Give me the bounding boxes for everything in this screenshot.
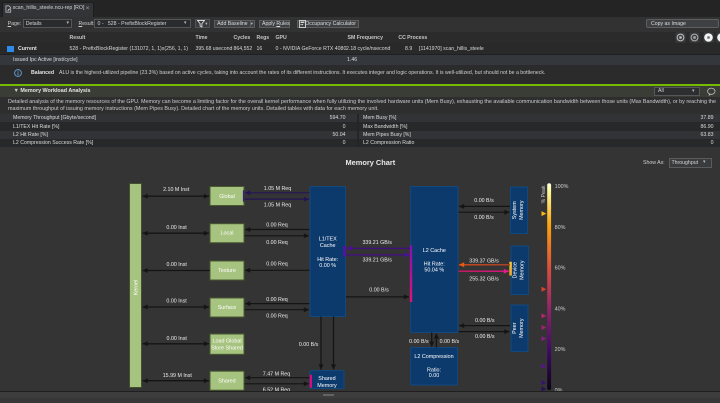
svg-text:Global: Global: [219, 194, 235, 200]
svg-text:40%: 40%: [555, 306, 566, 312]
svg-text:L1/TEX: L1/TEX: [319, 237, 337, 243]
svg-text:100%: 100%: [555, 184, 569, 190]
svg-text:Cache: Cache: [320, 243, 336, 249]
svg-text:0.00 Req: 0.00 Req: [266, 222, 288, 228]
svg-text:339.21 GB/s: 339.21 GB/s: [362, 240, 392, 246]
svg-text:System: System: [512, 201, 518, 219]
svg-text:0.00 Req: 0.00 Req: [266, 240, 288, 246]
svg-text:1.05 M Req: 1.05 M Req: [264, 203, 291, 209]
svg-text:0.00 %: 0.00 %: [319, 263, 336, 269]
svg-text:0.00 B/s: 0.00 B/s: [475, 334, 495, 340]
svg-text:Device: Device: [513, 262, 519, 278]
svg-text:Surface: Surface: [218, 305, 237, 311]
svg-text:0.00 Inst: 0.00 Inst: [167, 336, 188, 342]
svg-text:Peer: Peer: [512, 322, 518, 334]
svg-text:Texture: Texture: [218, 268, 236, 274]
svg-text:Load Global: Load Global: [212, 339, 241, 345]
svg-text:0.00 B/s: 0.00 B/s: [440, 339, 460, 345]
svg-text:0.00 Req: 0.00 Req: [266, 262, 288, 268]
svg-text:Memory: Memory: [519, 318, 525, 338]
svg-text:L2 Compression: L2 Compression: [414, 354, 453, 360]
svg-text:Local: Local: [221, 231, 234, 237]
svg-text:0.00 Inst: 0.00 Inst: [166, 298, 187, 304]
svg-text:0.00: 0.00: [429, 373, 440, 379]
svg-text:339.37 GB/s: 339.37 GB/s: [469, 258, 499, 264]
svg-text:0.00 Inst: 0.00 Inst: [166, 225, 187, 231]
svg-text:Shared: Shared: [318, 376, 335, 382]
svg-text:Memory: Memory: [520, 260, 526, 280]
svg-text:L2 Cache: L2 Cache: [423, 248, 446, 254]
svg-text:15.99 M Inst: 15.99 M Inst: [163, 373, 193, 379]
svg-text:1.05 M Req: 1.05 M Req: [264, 186, 291, 192]
svg-text:Kernel: Kernel: [134, 280, 140, 296]
svg-text:Store Shared: Store Shared: [211, 345, 243, 351]
svg-text:20%: 20%: [555, 347, 566, 353]
svg-text:0.00 B/s: 0.00 B/s: [474, 198, 494, 204]
svg-text:% Peak: % Peak: [541, 185, 547, 203]
svg-text:60%: 60%: [555, 265, 566, 271]
svg-text:0.00 B/s: 0.00 B/s: [474, 215, 494, 221]
svg-text:7.47 M Req: 7.47 M Req: [263, 371, 290, 377]
svg-text:80%: 80%: [555, 225, 566, 231]
svg-text:Shared: Shared: [218, 378, 235, 384]
svg-text:Memory: Memory: [317, 383, 337, 389]
svg-text:0.00 B/s: 0.00 B/s: [409, 339, 429, 345]
svg-text:0.00 B/s: 0.00 B/s: [475, 318, 495, 324]
svg-text:Memory: Memory: [519, 200, 525, 220]
svg-text:255.32 GB/s: 255.32 GB/s: [469, 276, 499, 282]
svg-text:0.00 B/s: 0.00 B/s: [369, 288, 389, 294]
svg-text:339.21 GB/s: 339.21 GB/s: [362, 258, 392, 264]
svg-text:0.00 Req: 0.00 Req: [266, 297, 288, 303]
svg-text:0.00 B/s: 0.00 B/s: [299, 342, 319, 348]
svg-text:0.00 Req: 0.00 Req: [266, 314, 288, 320]
svg-text:50.04 %: 50.04 %: [424, 267, 444, 273]
svg-text:0.00 Inst: 0.00 Inst: [167, 262, 188, 268]
svg-text:2.10 M Inst: 2.10 M Inst: [163, 187, 190, 193]
